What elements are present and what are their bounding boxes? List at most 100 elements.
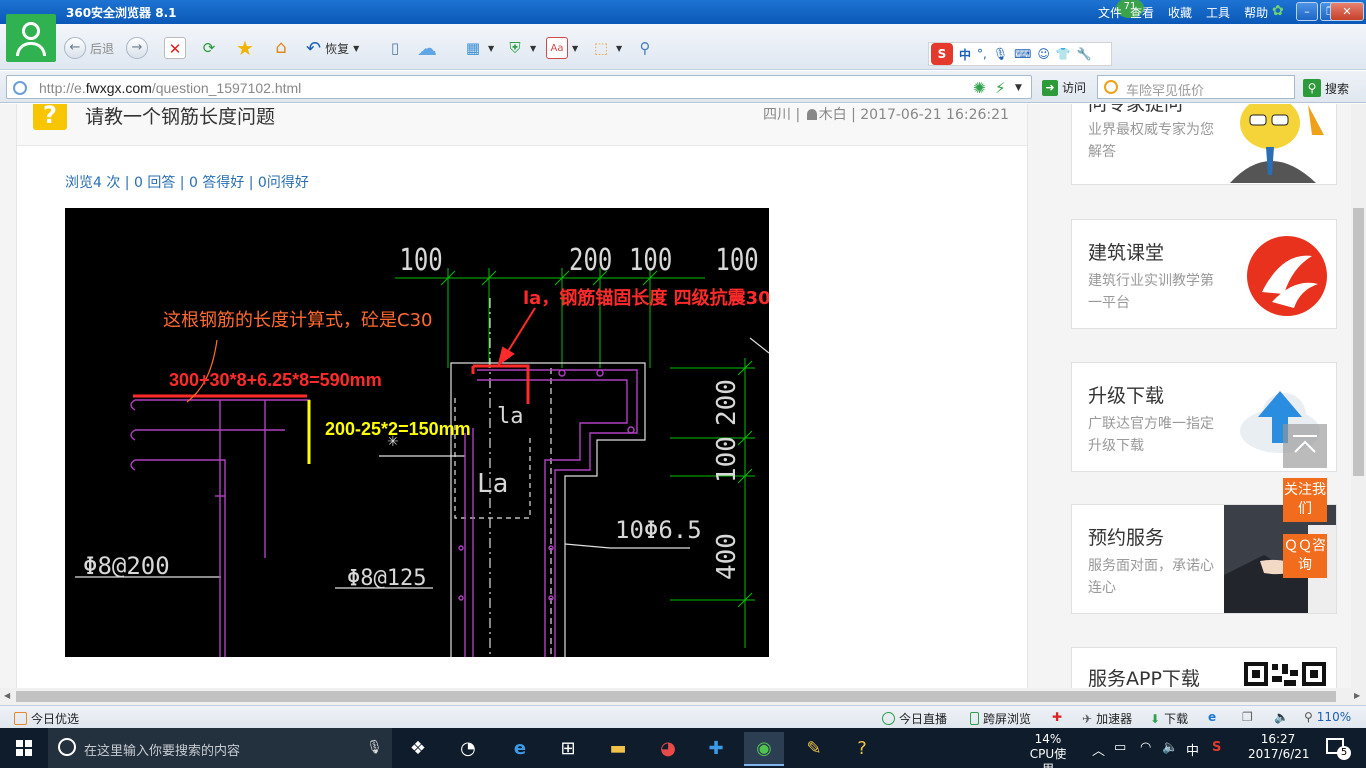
- play-icon: [882, 712, 895, 725]
- dropdown-icon[interactable]: ▼: [1015, 83, 1022, 93]
- menu-favorites[interactable]: 收藏: [1168, 4, 1192, 21]
- action-center-button[interactable]: 5: [1326, 738, 1351, 760]
- taskbar-app-explorer[interactable]: ▬: [598, 732, 638, 766]
- question-region[interactable]: 四川: [763, 107, 791, 123]
- shirt-icon[interactable]: 👕: [1056, 47, 1071, 61]
- user-avatar-button[interactable]: [6, 14, 56, 62]
- sidebar-card-building-class[interactable]: 建筑课堂 建筑行业实训教学第一平台: [1071, 219, 1337, 329]
- magnifier-icon: ⚲: [1304, 710, 1313, 724]
- task-view-button[interactable]: ❖: [398, 732, 438, 766]
- menu-file[interactable]: 文件: [1098, 4, 1122, 21]
- taskbar-app-notes[interactable]: ✎: [794, 732, 834, 766]
- punctuation-icon[interactable]: °,: [977, 47, 987, 61]
- today-picks-button[interactable]: 今日优选: [14, 710, 79, 727]
- stop-button[interactable]: ✕: [164, 36, 186, 60]
- cross-screen-button[interactable]: 跨屏浏览: [970, 710, 1031, 727]
- sidebar-card-app-download[interactable]: 服务APP下载: [1071, 647, 1337, 688]
- qq-consult-button[interactable]: ＱＱ咨询: [1283, 534, 1327, 578]
- question-time: 2017-06-21 16:26:21: [860, 107, 1009, 123]
- cloud-button[interactable]: ☁: [416, 36, 438, 60]
- volume-icon[interactable]: 🔈: [1162, 740, 1178, 755]
- menu-view[interactable]: 查看: [1130, 4, 1154, 21]
- vertical-scrollbar[interactable]: [1351, 104, 1366, 688]
- taskbar-app-qq-transfer[interactable]: ✚: [696, 732, 736, 766]
- forward-button[interactable]: →: [126, 36, 148, 60]
- taskbar-app-browser-swirl[interactable]: ◔: [448, 732, 488, 766]
- scroll-right-icon[interactable]: ▶: [1354, 691, 1360, 700]
- clock-time: 16:27: [1260, 732, 1296, 746]
- home-button[interactable]: ⌂: [270, 36, 292, 60]
- minimize-button[interactable]: –: [1296, 2, 1318, 21]
- url-text[interactable]: http://e.fwxgx.com/question_1597102.html: [39, 80, 301, 96]
- visit-button[interactable]: ➜ 访问: [1042, 79, 1086, 96]
- search-engine-icon[interactable]: [1104, 80, 1118, 94]
- speed-mode-icon[interactable]: ⚡: [995, 79, 1006, 97]
- zoom-level-button[interactable]: ⚲ 110%: [1304, 710, 1351, 724]
- horizontal-scroll-thumb[interactable]: [16, 691, 1336, 702]
- screenshot-button[interactable]: ⬚ ▼: [590, 36, 622, 60]
- download-button[interactable]: ⬇ 下载: [1150, 710, 1188, 727]
- window-switch-button[interactable]: ❐: [1242, 710, 1253, 724]
- clock-date: 2017/6/21: [1248, 747, 1310, 761]
- speaker-icon: 🔈: [1274, 710, 1289, 724]
- taskbar-search-box[interactable]: 在这里输入你要搜索的内容 🎙: [48, 728, 392, 768]
- apps-button[interactable]: ▦ ▼: [462, 36, 494, 60]
- taskbar-app-edge[interactable]: e: [500, 732, 540, 766]
- skin-icon[interactable]: ✿: [1272, 3, 1284, 19]
- refresh-button[interactable]: ⟳: [198, 36, 220, 60]
- live-button[interactable]: 今日直播: [882, 710, 947, 727]
- wrench-icon[interactable]: 🔧: [1077, 47, 1092, 61]
- search-button[interactable]: ⚲ 搜索: [1303, 79, 1349, 97]
- back-button[interactable]: ← 后退: [64, 36, 114, 60]
- globe-icon: [13, 81, 27, 95]
- microphone-icon[interactable]: 🎙: [993, 47, 1008, 61]
- follow-us-button[interactable]: 关注我们: [1283, 478, 1327, 522]
- user-icon[interactable]: ☺: [1037, 47, 1050, 61]
- taskbar-app-store[interactable]: ⊞: [548, 732, 588, 766]
- restore-button[interactable]: ↶ 恢复 ▼: [306, 36, 359, 60]
- taskbar-app-glodon[interactable]: ◕: [648, 732, 688, 766]
- menu-help[interactable]: 帮助: [1244, 4, 1268, 21]
- show-hidden-icons-button[interactable]: ︿: [1092, 740, 1105, 759]
- windows-start-button[interactable]: [16, 740, 32, 756]
- ime-language[interactable]: 中: [959, 46, 971, 63]
- cursor-mark: ✳: [387, 434, 399, 450]
- accelerator-button[interactable]: ✈ 加速器: [1082, 710, 1132, 727]
- health-button[interactable]: ✚: [1052, 710, 1062, 724]
- clock[interactable]: 16:27 2017/6/21: [1248, 732, 1310, 762]
- vertical-scroll-thumb[interactable]: [1353, 208, 1364, 476]
- wifi-icon[interactable]: ◠: [1140, 740, 1151, 755]
- user-head-icon: [22, 22, 40, 40]
- volume-button[interactable]: 🔈: [1274, 710, 1289, 724]
- cloud-icon: ☁: [417, 36, 437, 60]
- menu-tools[interactable]: 工具: [1206, 4, 1230, 21]
- sogou-tray-icon[interactable]: S: [1212, 740, 1221, 755]
- swirl-icon: ◔: [460, 738, 476, 759]
- compat-mode-icon[interactable]: ✺: [973, 79, 986, 97]
- translate-button[interactable]: Aa ▼: [546, 36, 578, 60]
- apps-icon: ▦: [465, 39, 481, 57]
- ime-language-indicator[interactable]: 中: [1186, 740, 1199, 759]
- search-input[interactable]: 车险罕见低价: [1097, 75, 1295, 99]
- taskbar-app-help[interactable]: ?: [842, 732, 882, 766]
- zoom-button[interactable]: ⚲: [634, 36, 656, 60]
- close-button[interactable]: ✕: [1330, 2, 1364, 21]
- mobile-button[interactable]: ▯: [384, 36, 406, 60]
- horizontal-scrollbar[interactable]: ◀ ▶: [0, 688, 1366, 705]
- back-to-top-button[interactable]: [1283, 424, 1327, 468]
- address-bar[interactable]: http://e.fwxgx.com/question_1597102.html…: [6, 75, 1032, 99]
- sidebar-card-ask-expert[interactable]: 问专家提问 业界最权威专家为您解答: [1071, 104, 1337, 185]
- favorite-button[interactable]: ★: [234, 36, 256, 60]
- security-button[interactable]: ⛨ ▼: [504, 36, 536, 60]
- browser-360-icon: ◉: [756, 738, 772, 759]
- taskbar-app-360-browser[interactable]: ◉: [744, 732, 784, 766]
- question-author[interactable]: 木白: [819, 107, 847, 123]
- scroll-left-icon[interactable]: ◀: [4, 691, 10, 700]
- keyboard-icon[interactable]: ⌨: [1014, 47, 1031, 61]
- ie-button[interactable]: e: [1208, 710, 1216, 724]
- sogou-icon[interactable]: S: [931, 43, 953, 65]
- battery-icon[interactable]: ▭: [1114, 740, 1126, 755]
- browser-toolbar: ← 后退 → ✕ ⟳ ★ ⌂ ↶ 恢复 ▼ ▯ ☁ ▦ ▼ ⛨ ▼ Aa ▼ ⬚ ▼ ⚲…: [0, 14, 1366, 70]
- microphone-icon[interactable]: 🎙: [366, 740, 383, 755]
- cpu-usage-indicator[interactable]: 14% CPU使用: [1024, 732, 1072, 768]
